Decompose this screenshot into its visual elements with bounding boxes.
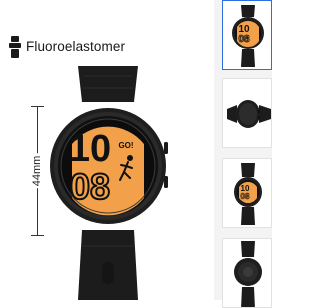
- watch-band-icon: [8, 36, 22, 58]
- thumbnail-strip: 10 08 10 08: [214, 0, 272, 308]
- product-image-viewer: Fluoroelastomer 44mm 10 08 GO!: [0, 0, 214, 300]
- svg-text:08: 08: [238, 34, 250, 45]
- band-material-label: Fluoroelastomer: [26, 39, 126, 54]
- watch-hour: 10: [69, 128, 111, 170]
- svg-text:08: 08: [241, 192, 250, 201]
- case-size-label: 44mm: [31, 153, 43, 189]
- thumbnail-back[interactable]: [222, 238, 272, 308]
- hero-watch-image: 10 08 GO!: [48, 66, 168, 300]
- go-badge: GO!: [118, 141, 133, 150]
- thumbnail-side[interactable]: [222, 78, 272, 148]
- thumbnail-angled[interactable]: 10 08: [222, 158, 272, 228]
- thumbnail-front[interactable]: 10 08: [222, 0, 272, 70]
